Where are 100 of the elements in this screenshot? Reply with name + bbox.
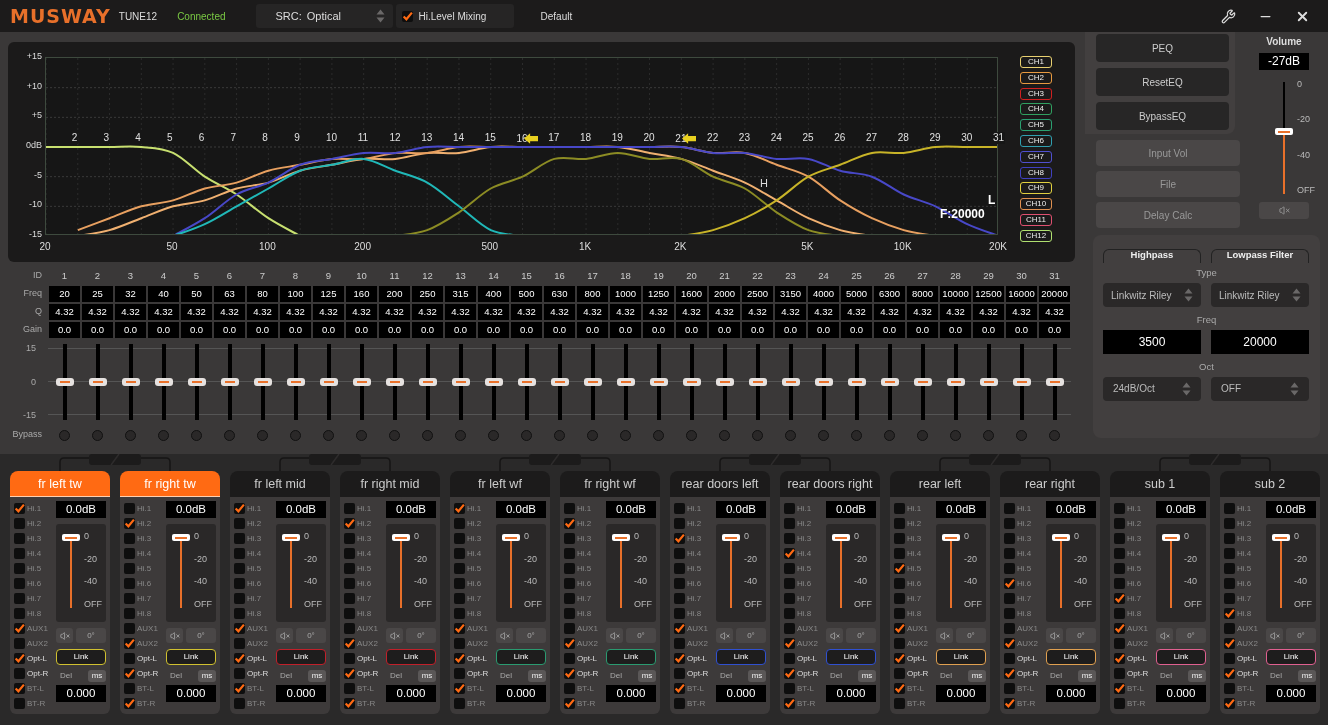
frequency-field[interactable]: 5000 [841,286,872,302]
gain-readout[interactable]: 0.0dB [826,501,876,518]
highpass-marker[interactable]: H [760,178,768,189]
gain-readout[interactable]: 0.0dB [166,501,216,518]
checkbox[interactable] [1114,638,1125,649]
checkbox[interactable] [1114,668,1125,679]
channel-legend-tag[interactable]: CH5 [1020,119,1052,132]
channel-legend-tag[interactable]: CH10 [1020,198,1052,211]
gain-field[interactable]: 0.0 [544,322,575,338]
gain-slider[interactable] [714,344,735,420]
phase-button[interactable]: 0° [406,628,436,643]
checkbox[interactable] [14,533,25,544]
checkbox[interactable] [454,563,465,574]
gain-field[interactable]: 0.0 [280,322,311,338]
mute-button[interactable] [936,628,953,643]
gain-slider[interactable] [780,344,801,420]
checkbox[interactable] [1224,563,1235,574]
unit-button[interactable]: ms [1188,670,1206,682]
phase-button[interactable]: 0° [1286,628,1316,643]
gain-readout[interactable]: 0.0dB [1046,501,1096,518]
checkbox[interactable] [124,593,135,604]
band-number[interactable]: 2 [70,132,79,144]
checkbox[interactable] [564,548,575,559]
checkbox[interactable] [124,623,135,634]
q-field[interactable]: 4.32 [82,304,113,320]
slider-thumb[interactable] [121,378,140,386]
checkbox[interactable] [344,668,355,679]
phase-button[interactable]: 0° [736,628,766,643]
gain-slider[interactable] [1011,344,1032,420]
checkbox[interactable] [1004,683,1015,694]
q-field[interactable]: 4.32 [49,304,80,320]
frequency-field[interactable]: 500 [511,286,542,302]
frequency-field[interactable]: 8000 [907,286,938,302]
checkbox[interactable] [454,548,465,559]
frequency-field[interactable]: 12500 [973,286,1004,302]
gain-readout[interactable]: 0.0dB [606,501,656,518]
slider-thumb[interactable] [946,378,965,386]
checkbox[interactable] [1114,698,1125,709]
volume-fader[interactable] [502,534,520,608]
gain-slider[interactable] [615,344,636,420]
checkbox[interactable] [124,638,135,649]
unit-button[interactable]: ms [88,670,106,682]
checkbox[interactable] [234,578,245,589]
mute-button[interactable] [56,628,73,643]
volume-fader[interactable] [1162,534,1180,608]
checkbox[interactable] [234,518,245,529]
fader-thumb[interactable] [1272,534,1290,541]
q-field[interactable]: 4.32 [841,304,872,320]
checkbox[interactable] [124,563,135,574]
bypass-toggle[interactable] [191,429,202,441]
fader-thumb[interactable] [392,534,410,541]
checkbox[interactable] [1004,518,1015,529]
phase-button[interactable]: 0° [626,628,656,643]
checkbox[interactable] [564,518,575,529]
checkbox[interactable] [344,593,355,604]
checkbox[interactable] [1114,533,1125,544]
checkbox[interactable] [894,593,905,604]
checkbox[interactable] [454,668,465,679]
link-button[interactable]: Link [496,649,546,665]
frequency-field[interactable]: 160 [346,286,377,302]
unit-button[interactable]: ms [1078,670,1096,682]
q-field[interactable]: 4.32 [148,304,179,320]
checkbox[interactable] [1114,563,1125,574]
bypass-toggle[interactable] [356,429,367,441]
slider-thumb[interactable] [550,378,569,386]
unit-button[interactable]: ms [308,670,326,682]
gain-slider[interactable] [153,344,174,420]
gain-field[interactable]: 0.0 [511,322,542,338]
mute-button[interactable] [1156,628,1173,643]
channel-tab[interactable]: rear left [890,471,990,497]
checkbox[interactable] [1224,578,1235,589]
checkbox[interactable] [674,683,685,694]
checkbox[interactable] [674,578,685,589]
link-button[interactable]: Link [1046,649,1096,665]
slider-thumb[interactable] [616,378,635,386]
channel-tab[interactable]: rear doors left [670,471,770,497]
checkbox[interactable] [454,578,465,589]
frequency-field[interactable]: 250 [412,286,443,302]
link-button[interactable]: Link [276,649,326,665]
channel-tab[interactable]: rear doors right [780,471,880,497]
filter-type-select[interactable]: Linkwitz Riley [1211,283,1309,308]
band-number[interactable]: 13 [420,132,434,144]
bypass-toggle[interactable] [92,429,103,441]
checkbox[interactable] [784,668,795,679]
mute-button[interactable] [496,628,513,643]
slider-thumb[interactable] [220,378,239,386]
checkbox[interactable] [564,608,575,619]
mute-button[interactable] [1046,628,1063,643]
bypass-toggle[interactable] [488,429,499,441]
checkbox[interactable] [784,533,795,544]
checkbox[interactable] [784,503,795,514]
q-field[interactable]: 4.32 [577,304,608,320]
slider-thumb[interactable] [583,378,602,386]
checkbox[interactable] [784,593,795,604]
checkbox[interactable] [1004,593,1015,604]
gain-slider[interactable] [252,344,273,420]
checkbox[interactable] [1114,578,1125,589]
gain-field[interactable]: 0.0 [49,322,80,338]
phase-button[interactable]: 0° [296,628,326,643]
phase-button[interactable]: 0° [846,628,876,643]
